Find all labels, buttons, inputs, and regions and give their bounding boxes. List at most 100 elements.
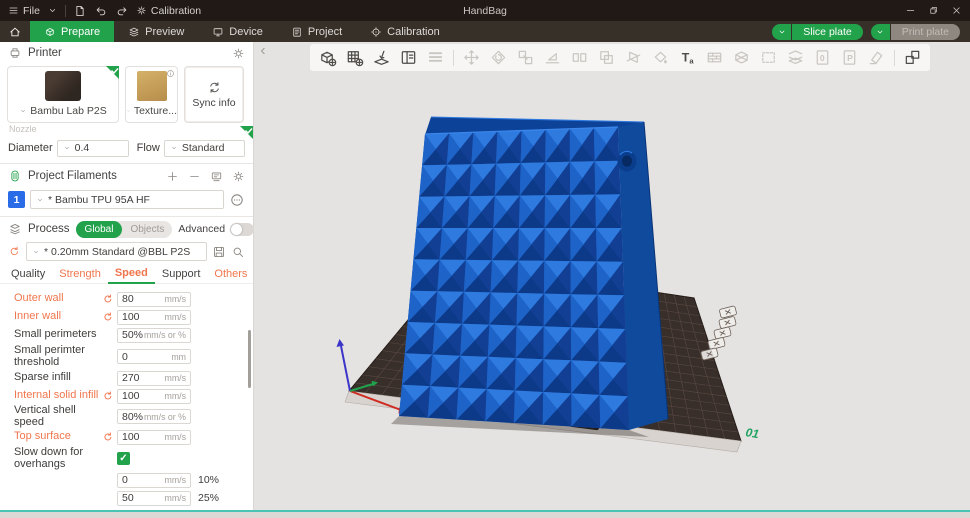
tab-prepare[interactable]: Prepare (30, 21, 114, 42)
reset-value-icon[interactable] (102, 293, 117, 306)
param-input[interactable]: 100mm/s (117, 310, 191, 325)
collapse-panel-icon[interactable] (257, 45, 269, 57)
flow-select[interactable]: Standard (164, 140, 245, 157)
slice-options-chevron[interactable] (772, 24, 791, 40)
filament-edit-button[interactable] (229, 192, 245, 208)
reset-value-icon[interactable] (102, 431, 117, 444)
param-input[interactable]: 0mm (117, 349, 191, 364)
redo-icon[interactable] (115, 4, 129, 18)
reset-value-icon[interactable] (102, 390, 117, 403)
process-tab-speed[interactable]: Speed (108, 267, 155, 284)
file-menu[interactable]: File (8, 5, 40, 17)
reset-value-icon[interactable] (102, 311, 117, 324)
tab-project[interactable]: Project (277, 21, 356, 42)
svg-text:P: P (847, 53, 853, 63)
toolbar-separator (453, 50, 454, 66)
process-tab-quality[interactable]: Quality (4, 268, 52, 283)
param-input[interactable]: 80%mm/s or % (117, 409, 191, 424)
param-row: Small perimter threshold0mm (14, 344, 253, 369)
advanced-toggle[interactable] (230, 223, 254, 236)
filament-name: * Bambu TPU 95A HF (48, 194, 218, 206)
assembly-view-icon[interactable] (903, 48, 922, 67)
param-unit: mm/s (165, 373, 187, 383)
slice-plate-button-group: Slice plate (772, 24, 862, 40)
slice-plate-button[interactable]: Slice plate (792, 24, 862, 40)
plate-delete-button[interactable] (719, 306, 737, 319)
add-plate-icon[interactable] (345, 48, 364, 67)
home-button[interactable] (0, 21, 30, 42)
param-input[interactable]: 100mm/s (117, 389, 191, 404)
filament-presets-button[interactable] (210, 170, 223, 183)
print-options-chevron[interactable] (871, 24, 890, 40)
chevron-down-icon (63, 144, 71, 152)
info-icon[interactable] (165, 68, 176, 79)
svg-text:0: 0 (820, 53, 825, 63)
param-label: Internal solid infill (14, 390, 102, 402)
undo-icon[interactable] (94, 4, 108, 18)
scale-icon (516, 48, 535, 67)
model-handbag[interactable] (391, 117, 668, 437)
param-input[interactable]: 50mm/s (117, 491, 191, 506)
panel-scrollbar[interactable] (248, 330, 251, 388)
printer-settings-gear-icon[interactable] (232, 47, 245, 60)
close-button[interactable] (951, 5, 962, 16)
param-checkbox[interactable]: ✓ (117, 452, 130, 465)
param-input[interactable]: 80mm/s (117, 292, 191, 307)
tab-preview[interactable]: Preview (114, 21, 198, 42)
param-input[interactable]: 100mm/s (117, 430, 191, 445)
chevron-down-icon (19, 107, 27, 115)
reset-preset-icon[interactable] (8, 245, 21, 258)
process-tab-strength[interactable]: Strength (52, 268, 108, 283)
printer-card[interactable]: Bambu Lab P2S (7, 66, 119, 123)
sync-icon (207, 80, 222, 95)
reset-slot (102, 410, 117, 423)
param-label: Small perimeters (14, 329, 102, 341)
process-scope-toggle[interactable]: Global Objects (76, 221, 173, 238)
filament-select[interactable]: * Bambu TPU 95A HF (30, 190, 224, 209)
title-bar: File Calibration HandBag (0, 0, 970, 21)
chevron-down-icon (126, 107, 131, 115)
text-tool-icon[interactable]: Ta (678, 48, 697, 67)
diameter-select[interactable]: 0.4 (57, 140, 129, 157)
scene-canvas[interactable]: 01 (254, 42, 970, 510)
build-plate-card[interactable]: Texture... (125, 66, 178, 123)
tab-project-label: Project (308, 26, 342, 38)
calibration-menu[interactable]: Calibration (136, 5, 201, 17)
doc-zero-icon: 0 (813, 48, 832, 67)
process-tab-others[interactable]: Others (207, 268, 254, 283)
filament-slot-badge[interactable]: 1 (8, 191, 25, 208)
viewport-3d[interactable]: 01 Ta 0 P (254, 42, 970, 510)
param-input[interactable]: 0mm/s (117, 473, 191, 488)
param-input[interactable]: 50%mm/s or % (117, 328, 191, 343)
minimize-button[interactable] (905, 5, 916, 16)
filament-row: 1 * Bambu TPU 95A HF (0, 187, 253, 215)
file-chevron-icon[interactable] (47, 5, 58, 16)
sync-info-button[interactable]: Sync info (184, 66, 244, 123)
scope-global[interactable]: Global (76, 221, 123, 238)
param-unit: mm/s (165, 391, 187, 401)
param-label: Inner wall (14, 311, 102, 323)
param-extra-value: 25% (198, 492, 219, 504)
print-plate-button[interactable]: Print plate (891, 24, 960, 40)
process-preset-select[interactable]: * 0.20mm Standard @BBL P2S (26, 242, 207, 261)
filament-settings-gear-icon[interactable] (232, 170, 245, 183)
arrange-icon[interactable] (399, 48, 418, 67)
printer-model-label: Bambu Lab P2S (30, 105, 106, 117)
bottom-strip (0, 512, 970, 518)
new-project-icon[interactable] (73, 4, 87, 18)
tab-calibration[interactable]: Calibration (356, 21, 454, 42)
plate-settings-button[interactable] (708, 337, 726, 350)
auto-orient-icon[interactable] (372, 48, 391, 67)
scope-objects[interactable]: Objects (122, 224, 172, 235)
tab-device[interactable]: Device (198, 21, 277, 42)
restore-button[interactable] (928, 5, 939, 16)
lay-flat-icon (543, 48, 562, 67)
remove-filament-button[interactable] (188, 170, 201, 183)
process-tab-support[interactable]: Support (155, 268, 208, 283)
save-preset-icon[interactable] (212, 245, 226, 259)
param-input[interactable]: 270mm/s (117, 371, 191, 386)
add-filament-button[interactable] (166, 170, 179, 183)
split-parts-icon (597, 48, 616, 67)
search-icon[interactable] (231, 245, 245, 259)
add-object-icon[interactable] (318, 48, 337, 67)
